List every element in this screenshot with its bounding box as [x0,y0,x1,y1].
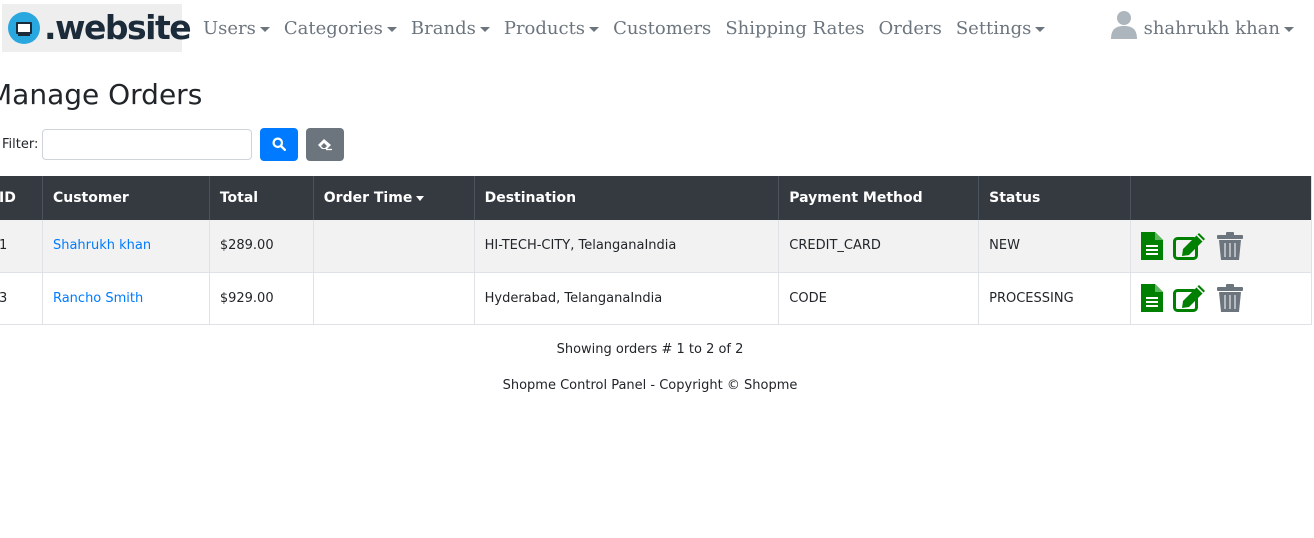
cell-customer: Shahrukh khan [41,220,210,273]
table-row: 1 Shahrukh khan $289.00 HI-TECH-CITY, Te… [0,220,1312,273]
user-icon [1110,11,1137,39]
edit-icon[interactable] [1173,284,1207,312]
logo-text: .website [44,8,192,47]
cell-payment-method: CODE [778,272,979,325]
eraser-icon [318,139,333,151]
nav-products-label: Products [503,17,586,39]
cell-payment-method: CREDIT_CARD [778,220,979,273]
cell-total: $289.00 [208,220,314,273]
copyright-footer: Shopme Control Panel - Copyright © Shopm… [502,378,798,393]
cell-status: PROCESSING [978,272,1131,325]
nav-settings-label: Settings [955,17,1032,39]
cell-actions [1130,220,1312,273]
table-row: 3 Rancho Smith $929.00 Hyderabad, Telang… [0,272,1312,325]
chevron-down-icon [259,26,270,32]
site-logo[interactable]: .website [2,4,192,52]
user-menu[interactable]: shahrukh khan [1110,0,1294,56]
sort-desc-icon [416,195,425,201]
nav-users[interactable]: Users [196,18,277,39]
cell-status: NEW [978,220,1131,273]
cell-id: 3 [0,272,43,325]
cell-total: $929.00 [208,272,314,325]
nav-brands-label: Brands [410,17,476,39]
cell-order-time [312,220,475,273]
col-header-customer[interactable]: Customer [41,176,210,220]
filter-form: Filter: [2,127,352,161]
nav-products[interactable]: Products [497,18,606,39]
cell-destination: HI-TECH-CITY, TelanganaIndia [473,220,779,273]
chevron-down-icon [1035,26,1046,32]
pagination-summary: Showing orders # 1 to 2 of 2 [556,342,744,357]
main-nav: Users Categories Brands Products Custome… [196,0,1052,56]
trash-icon[interactable] [1217,231,1244,260]
customer-link[interactable]: Shahrukh khan [53,238,151,253]
cell-actions [1130,272,1312,325]
file-icon[interactable] [1141,231,1164,260]
nav-users-label: Users [203,17,256,39]
nav-orders[interactable]: Orders [871,18,948,39]
col-header-actions [1130,176,1312,220]
nav-orders-label: Orders [878,17,942,39]
filter-label: Filter: [2,136,39,152]
nav-customers[interactable]: Customers [606,18,718,39]
nav-customers-label: Customers [613,17,712,39]
chevron-down-icon [479,26,490,32]
filter-input[interactable] [42,128,253,160]
search-button[interactable] [260,127,299,161]
col-header-payment-method[interactable]: Payment Method [778,176,979,220]
cell-destination: Hyderabad, TelanganaIndia [473,272,779,325]
cell-order-time [312,272,475,325]
nav-settings[interactable]: Settings [949,18,1053,39]
col-header-status[interactable]: Status [978,176,1131,220]
search-icon [272,137,287,151]
trash-icon[interactable] [1217,284,1244,312]
cell-id: 1 [0,220,43,273]
chevron-down-icon [589,26,600,32]
nav-shipping-rates-label: Shipping Rates [725,17,865,39]
orders-table: ID Customer Total Order Time Destination… [0,176,1312,325]
user-name: shahrukh khan [1143,17,1280,39]
top-navbar: .website Users Categories Brands Product… [0,0,1314,56]
nav-categories[interactable]: Categories [277,18,404,39]
chevron-down-icon [1284,26,1294,32]
cell-customer: Rancho Smith [41,272,210,325]
table-header-row: ID Customer Total Order Time Destination… [0,176,1312,220]
chevron-down-icon [386,26,397,32]
col-header-order-time[interactable]: Order Time [312,176,475,220]
col-header-id[interactable]: ID [0,176,43,220]
nav-shipping-rates[interactable]: Shipping Rates [718,18,871,39]
clear-filter-button[interactable] [306,127,345,161]
file-icon[interactable] [1141,284,1164,312]
col-header-destination[interactable]: Destination [473,176,779,220]
nav-categories-label: Categories [283,17,383,39]
edit-icon[interactable] [1173,232,1207,260]
page-title: Manage Orders [0,78,203,111]
col-header-total[interactable]: Total [208,176,314,220]
nav-brands[interactable]: Brands [404,18,497,39]
logo-mark-icon [8,12,40,44]
customer-link[interactable]: Rancho Smith [53,291,143,306]
